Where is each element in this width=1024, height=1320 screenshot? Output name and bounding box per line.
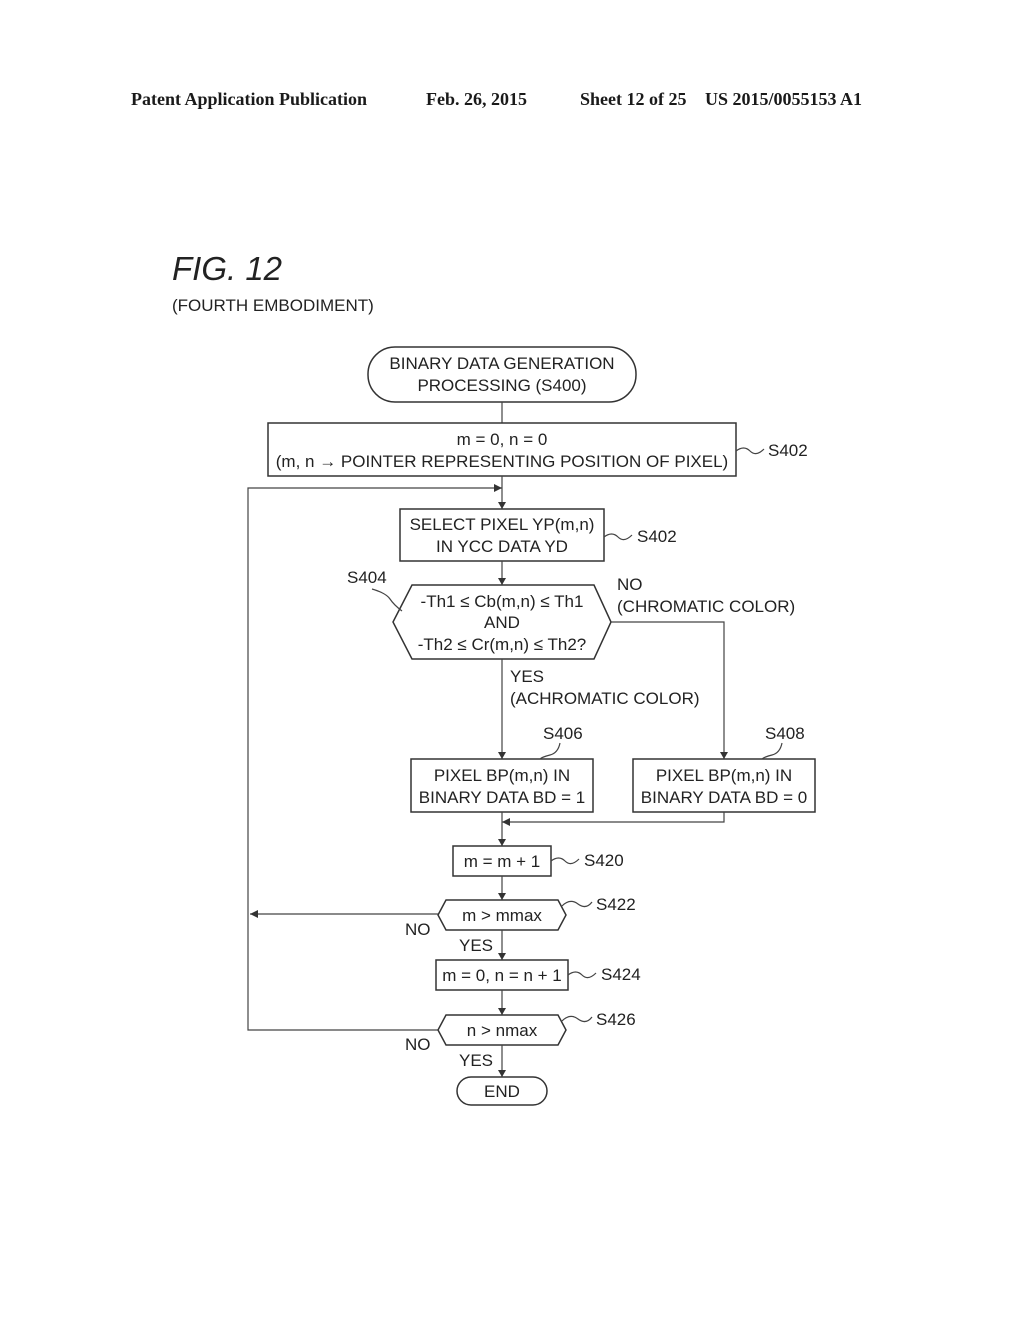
start-line1: BINARY DATA GENERATION — [389, 354, 614, 373]
decision-yes-label: YES — [510, 667, 544, 686]
arrow-left-icon — [250, 910, 258, 918]
check-m-text: m > mmax — [462, 906, 542, 925]
ref-leader — [550, 857, 580, 865]
select-ref: S402 — [637, 527, 677, 546]
reset-m-ref: S424 — [601, 965, 641, 984]
set-one-ref: S406 — [543, 724, 583, 743]
decision-line1: -Th1 ≤ Cb(m,n) ≤ Th1 — [421, 592, 584, 611]
check-m-yes: YES — [459, 936, 493, 955]
arrow-down-icon — [498, 839, 506, 846]
init-ref: S402 — [768, 441, 808, 460]
check-n-ref: S426 — [596, 1010, 636, 1029]
select-box: SELECT PIXEL YP(m,n) IN YCC DATA YD S402 — [399, 508, 677, 562]
check-m-no: NO — [405, 920, 431, 939]
decision-ref: S404 — [347, 568, 387, 587]
ref-leader — [761, 742, 783, 760]
decision-line2: AND — [484, 613, 520, 632]
init-line1: m = 0, n = 0 — [457, 430, 548, 449]
flowchart: BINARY DATA GENERATION PROCESSING (S400)… — [247, 346, 816, 1106]
end-terminal: END — [456, 1076, 548, 1106]
start-terminal: BINARY DATA GENERATION PROCESSING (S400) — [367, 346, 637, 403]
ref-leader — [539, 742, 561, 760]
set-zero-line2: BINARY DATA BD = 0 — [641, 788, 807, 807]
decision-yes-detail: (ACHROMATIC COLOR) — [510, 689, 700, 708]
arrow-down-icon — [498, 502, 506, 509]
decision-no-detail: (CHROMATIC COLOR) — [617, 597, 795, 616]
select-line1: SELECT PIXEL YP(m,n) — [410, 515, 595, 534]
reset-m-text: m = 0, n = n + 1 — [442, 966, 562, 985]
inc-m-box: m = m + 1 S420 — [452, 845, 624, 877]
reset-m-box: m = 0, n = n + 1 S424 — [435, 959, 641, 991]
arrow-down-icon — [720, 752, 728, 759]
merge-line — [502, 812, 725, 823]
ref-leader — [735, 447, 765, 455]
select-line2: IN YCC DATA YD — [436, 537, 568, 556]
inc-m-ref: S420 — [584, 851, 624, 870]
start-line2: PROCESSING (S400) — [417, 376, 586, 395]
arrow-down-icon — [498, 752, 506, 759]
end-text: END — [484, 1082, 520, 1101]
check-m-decision: m > mmax S422 NO YES — [405, 895, 636, 955]
ref-leader — [603, 533, 633, 541]
decision-line3: -Th2 ≤ Cr(m,n) ≤ Th2? — [418, 635, 587, 654]
set-zero-ref: S408 — [765, 724, 805, 743]
arrow-down-icon — [498, 1008, 506, 1015]
ref-leader — [561, 1015, 593, 1023]
check-n-decision: n > nmax S426 NO YES — [405, 1010, 636, 1070]
decision-no-label: NO — [617, 575, 643, 594]
decision-s404: -Th1 ≤ Cb(m,n) ≤ Th1 AND -Th2 ≤ Cr(m,n) … — [347, 568, 795, 708]
check-n-text: n > nmax — [467, 1021, 538, 1040]
arrow-down-icon — [498, 893, 506, 900]
arrow-left-icon — [502, 818, 510, 826]
set-one-line1: PIXEL BP(m,n) IN — [434, 766, 570, 785]
arrow-down-icon — [498, 578, 506, 585]
init-box: m = 0, n = 0 (m, n → POINTER REPRESENTIN… — [267, 422, 808, 477]
inc-m-text: m = m + 1 — [464, 852, 541, 871]
ref-leader — [561, 900, 593, 908]
init-line2: (m, n → POINTER REPRESENTING POSITION OF… — [276, 452, 728, 471]
set-zero-line1: PIXEL BP(m,n) IN — [656, 766, 792, 785]
ref-leader — [567, 971, 597, 979]
arrow-right-icon — [494, 484, 502, 492]
arrow-down-icon — [498, 1070, 506, 1077]
arrow-down-icon — [498, 953, 506, 960]
ref-leader — [371, 588, 403, 612]
check-n-no: NO — [405, 1035, 431, 1054]
set-one-line2: BINARY DATA BD = 1 — [419, 788, 585, 807]
check-m-ref: S422 — [596, 895, 636, 914]
check-n-yes: YES — [459, 1051, 493, 1070]
